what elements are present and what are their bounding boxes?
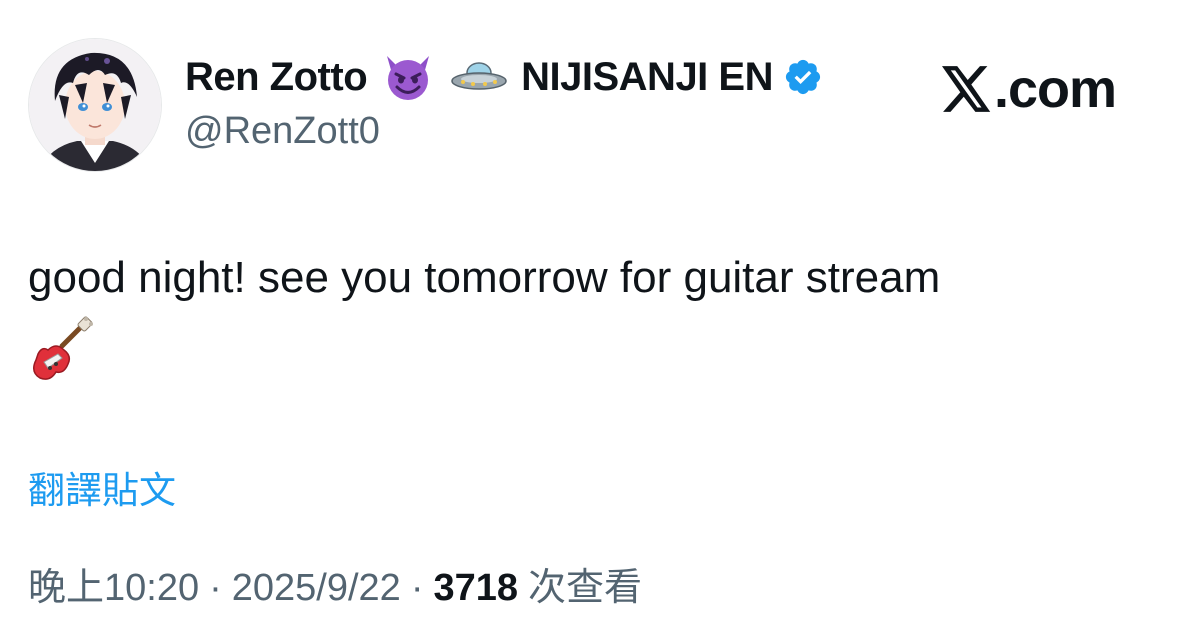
- brand-logo: .com: [942, 58, 1117, 120]
- display-name[interactable]: Ren Zotto: [185, 55, 368, 100]
- group-name: NIJISANJI EN: [521, 54, 773, 99]
- post-time[interactable]: 晚上10:20: [28, 556, 199, 611]
- views-label: 次查看: [528, 567, 643, 609]
- meta-separator: ·: [410, 567, 424, 609]
- avatar-image: [29, 39, 161, 171]
- verified-badge-icon[interactable]: [783, 57, 823, 97]
- ufo-icon: [449, 57, 509, 97]
- guitar-icon: [28, 316, 94, 387]
- author-name-row: Ren Zotto NIJISANJI EN: [185, 50, 823, 104]
- post-date[interactable]: 2025/9/22: [232, 567, 401, 610]
- smiling-imp-icon: [381, 52, 435, 102]
- tweet-text: good night! see you tomorrow for guitar …: [28, 253, 941, 302]
- translate-post-link[interactable]: 翻譯貼文: [28, 460, 176, 514]
- user-handle[interactable]: @RenZott0: [185, 110, 380, 153]
- post-meta: 晚上10:20 · 2025/9/22 · 3718 次查看: [28, 556, 642, 611]
- x-logo-icon: [942, 66, 992, 112]
- brand-text: .com: [994, 59, 1117, 119]
- avatar[interactable]: [28, 38, 162, 172]
- meta-separator: ·: [209, 567, 222, 609]
- views-count: 3718: [433, 567, 519, 609]
